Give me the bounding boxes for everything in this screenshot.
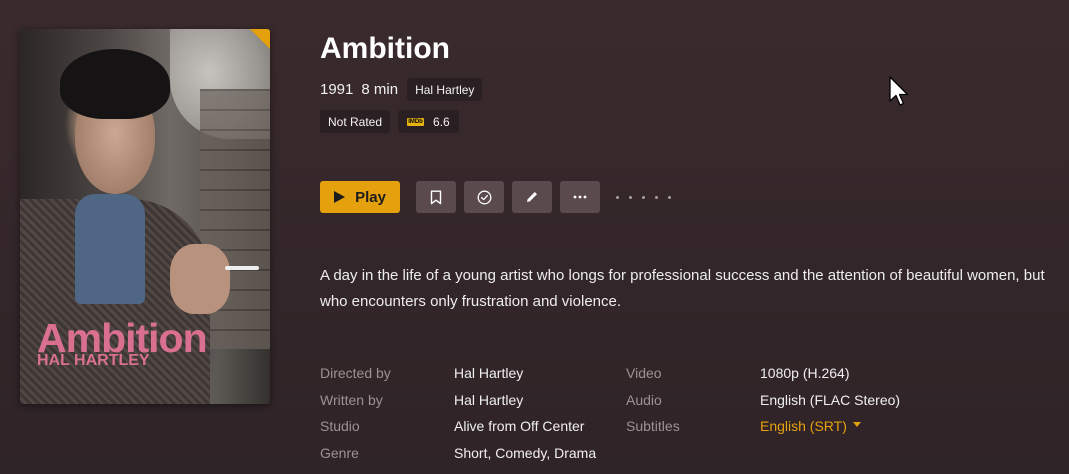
director-link[interactable]: Hal Hartley [454,360,596,387]
edit-button[interactable] [512,181,552,213]
loading-dot [616,195,619,199]
loading-dots [616,195,671,199]
play-label: Play [355,188,386,206]
movie-title: Ambition [320,32,450,65]
details-right-values: 1080p (H.264) English (FLAC Stereo) Engl… [760,360,900,440]
loading-dot [629,195,632,199]
video-value: 1080p (H.264) [760,365,850,381]
mouse-pointer-icon [889,76,909,106]
more-icon [573,195,587,199]
meta-row: 1991 8 min Hal Hartley [320,78,483,101]
more-options-button[interactable] [560,181,600,213]
genre-label: Genre [320,444,359,461]
unwatched-corner-badge [250,29,270,49]
poster-shirt [75,194,145,304]
imdb-score: 6.6 [433,114,450,129]
play-icon [334,191,346,203]
check-circle-icon [477,190,491,204]
loading-dot [642,195,645,199]
watchlist-button[interactable] [416,181,456,213]
movie-summary: A day in the life of a young artist who … [320,267,1045,310]
details-left-labels: Directed by Written by Studio Genre [320,360,391,466]
studio-link[interactable]: Alive from Off Center [454,413,596,440]
bookmark-icon [430,190,442,204]
movie-duration: 8 min [361,81,399,98]
pencil-icon [527,192,537,202]
poster-hand [170,244,230,314]
audio-label: Audio [626,391,662,408]
poster-hair [60,49,170,119]
content-rating-badge: Not Rated [320,110,391,133]
subtitles-value: English (SRT) [760,418,847,434]
imdb-logo-icon: IMDb [407,117,425,126]
director-chip[interactable]: Hal Hartley [407,78,483,101]
video-label: Video [626,365,662,381]
poster-subtitle: HAL HARTLEY [37,352,150,369]
play-button[interactable]: Play [320,181,400,213]
written-by-label: Written by [320,391,383,408]
loading-dot [655,195,658,199]
writer-link[interactable]: Hal Hartley [454,387,596,414]
poster-image[interactable]: Ambition HAL HARTLEY [20,29,270,404]
audio-value: English (FLAC Stereo) [760,391,901,408]
poster-cigarette [225,266,259,270]
subtitles-label: Subtitles [626,418,680,434]
action-bar: Play [320,181,671,213]
chevron-down-icon [852,421,861,427]
imdb-rating-badge: IMDb 6.6 [398,110,459,133]
studio-label: Studio [320,418,360,434]
details-left-values: Hal Hartley Hal Hartley Alive from Off C… [454,360,596,466]
subtitles-select[interactable]: English (SRT) [760,413,900,440]
genre-links[interactable]: Short, Comedy, Drama [454,440,596,467]
details-right-labels: Video Audio Subtitles [626,360,680,440]
movie-year: 1991 [320,81,354,98]
mark-watched-button[interactable] [464,181,504,213]
loading-dot [668,195,671,199]
badge-row: Not Rated IMDb 6.6 [320,110,459,133]
directed-by-label: Directed by [320,365,391,381]
